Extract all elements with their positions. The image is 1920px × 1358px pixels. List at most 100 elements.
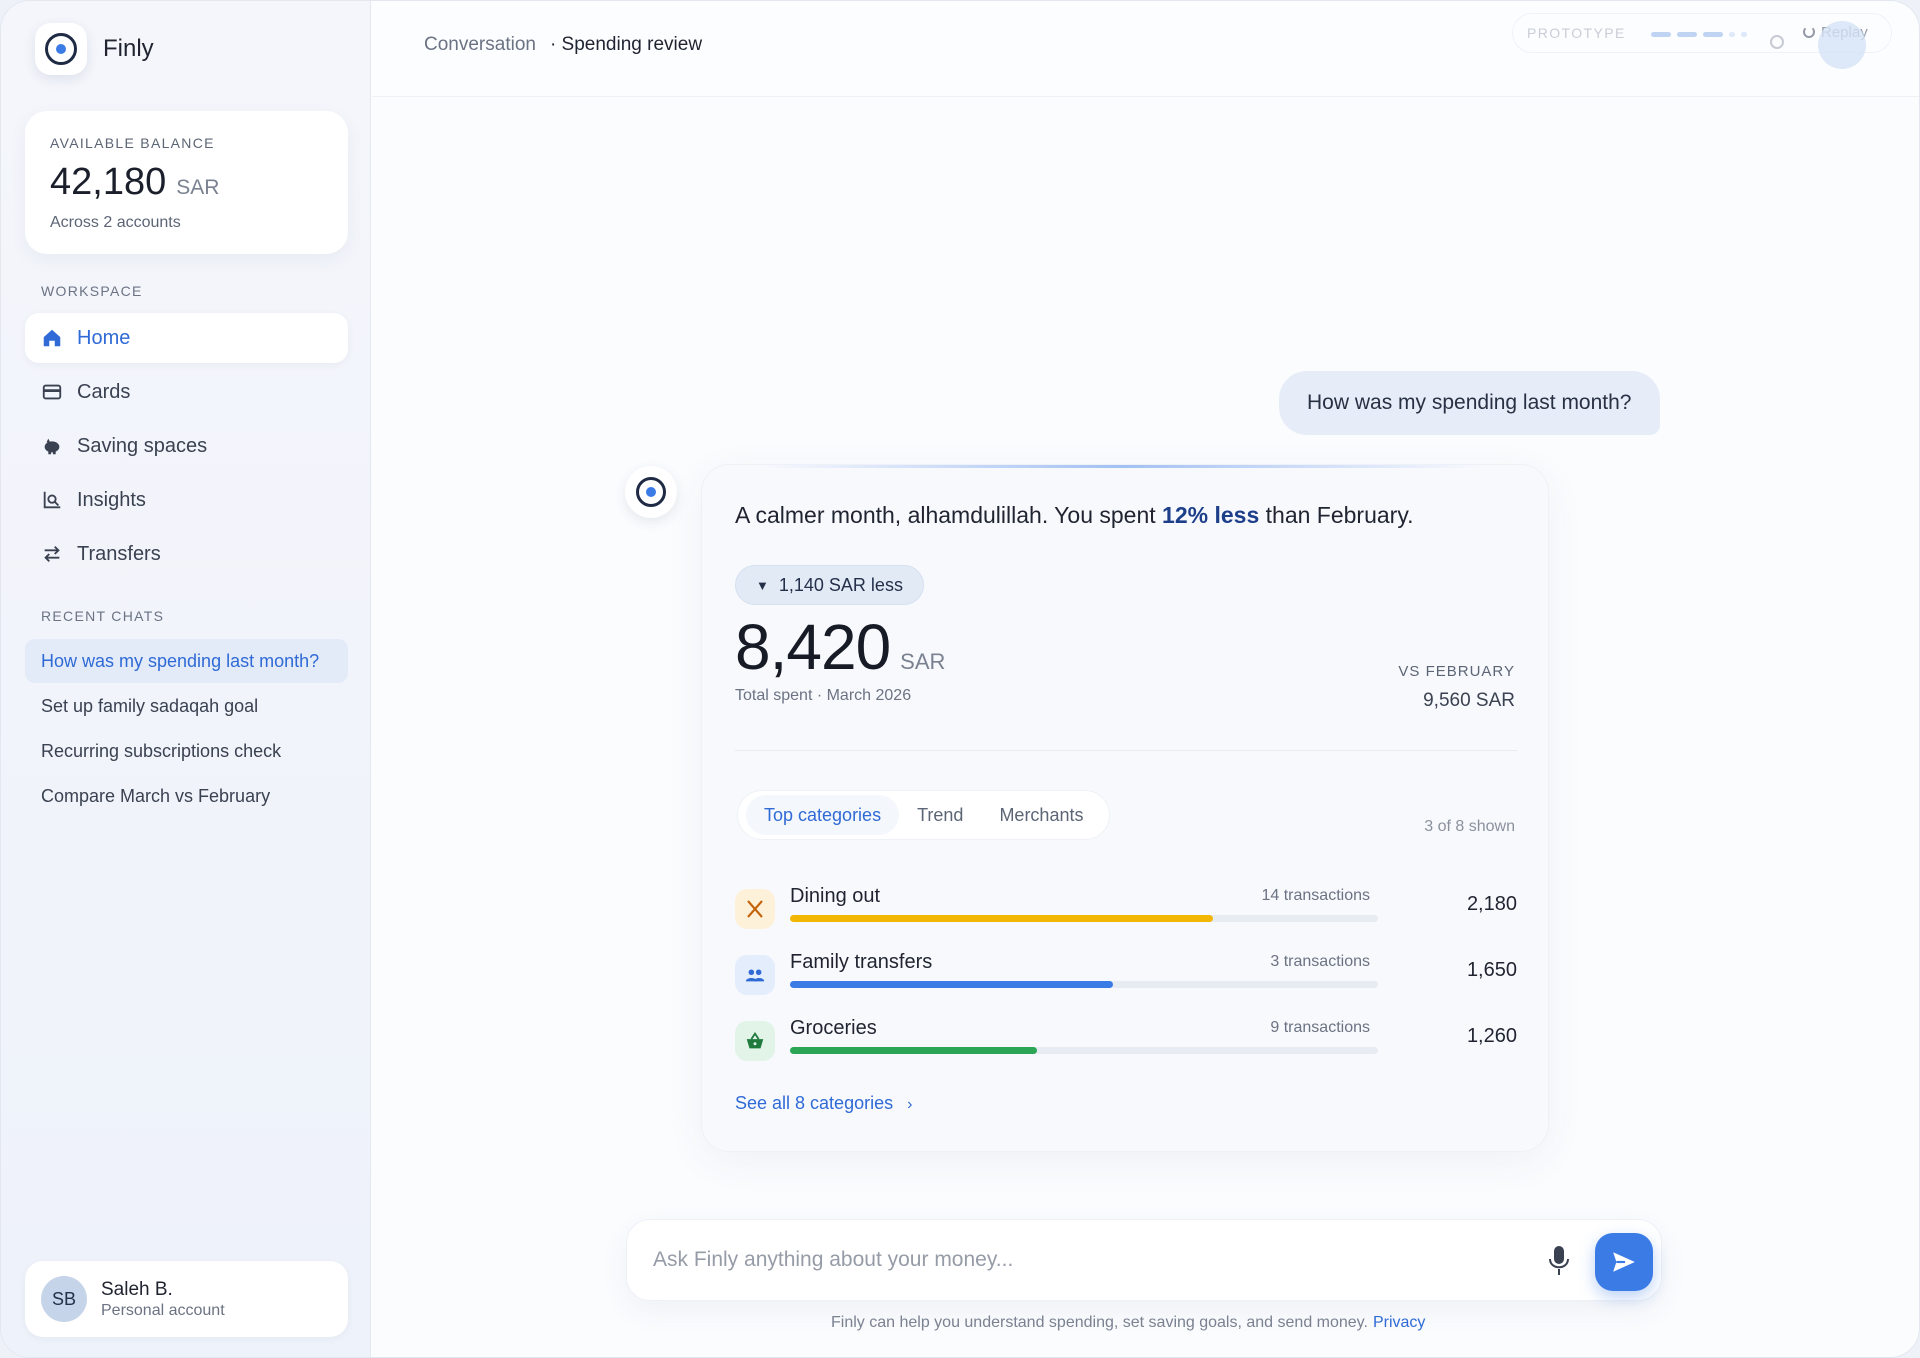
send-button[interactable] [1595,1233,1653,1291]
assistant-summary: A calmer month, alhamdulillah. You spent… [735,502,1414,528]
avatar: SB [41,1276,87,1322]
category-bar-track [790,1047,1378,1054]
user-name: Saleh B. [101,1278,173,1300]
balance-currency: SAR [176,176,220,199]
sidebar-item-saving-spaces[interactable]: Saving spaces [25,421,348,471]
comparison: VS FEBRUARY 9,560 SAR [1398,663,1515,712]
card-icon [42,384,62,400]
progress-dash [1677,32,1697,37]
recent-chat-item[interactable]: How was my spending last month? [25,639,348,683]
breadcrumb: Conversation · Spending review [424,34,702,56]
insights-icon [43,491,61,509]
category-transactions: 9 transactions [1270,1019,1370,1036]
category-tabs: Top categories Trend Merchants [737,790,1111,840]
category-bar-fill [790,915,1214,922]
total-currency: SAR [900,649,946,674]
category-bar-fill [790,981,1114,988]
category-name: Groceries [790,1017,877,1039]
breadcrumb-current: · Spending review [549,34,703,55]
total-spent: 8,420 SAR [735,610,945,684]
tab-trend[interactable]: Trend [899,795,981,835]
sidebar-item-transfers[interactable]: Transfers [25,529,348,579]
top-bar: Conversation · Spending review PROTOTYPE… [372,1,1919,97]
basket-icon [735,1021,775,1061]
sidebar: Finly AVAILABLE BALANCE 42,180 SAR Acros… [1,1,371,1357]
home-icon [43,329,61,347]
category-list: Dining out 14 transactions 2,180 Family … [735,885,1517,1083]
progress-dash [1741,32,1747,37]
card-accent-line [762,465,1482,468]
recent-chat-item[interactable]: Recurring subscriptions check [25,729,348,773]
user-profile[interactable]: SB Saleh B. Personal account [25,1261,348,1337]
prototype-label: PROTOTYPE [1527,25,1626,41]
workspace-label: WORKSPACE [41,283,143,299]
breadcrumb-parent[interactable]: Conversation [424,34,536,56]
shown-count: 3 of 8 shown [1424,818,1515,835]
total-subtitle: Total spent · March 2026 [735,687,912,704]
balance-amount: 42,180 [50,161,167,203]
header-avatar[interactable] [1818,21,1866,69]
sidebar-item-cards[interactable]: Cards [25,367,348,417]
send-icon [1613,1252,1635,1272]
sidebar-item-insights[interactable]: Insights [25,475,348,525]
balance-card: AVAILABLE BALANCE 42,180 SAR Across 2 ac… [25,111,348,254]
progress-dash [1729,32,1735,37]
recent-chats-label: RECENT CHATS [41,608,165,624]
sidebar-item-label: Transfers [77,542,161,565]
sidebar-nav: Home Cards Saving spaces Insights Transf… [25,313,348,583]
user-account-type: Personal account [101,1301,225,1319]
comparison-label: VS FEBRUARY [1398,663,1515,680]
chevron-right-icon: › [907,1096,913,1113]
footnote: Finly can help you understand spending, … [831,1314,1426,1331]
comparison-value: 9,560 SAR [1423,690,1515,711]
finly-logo-icon [35,23,87,75]
down-triangle-icon: ▼ [756,577,769,593]
category-bar-track [790,981,1378,988]
microphone-icon[interactable] [1547,1244,1571,1278]
piggy-bank-icon [44,438,60,455]
tab-top-categories[interactable]: Top categories [746,795,900,835]
recent-chats-list: How was my spending last month? Set up f… [25,639,348,819]
category-name: Dining out [790,885,881,907]
category-value: 1,260 [1466,1025,1517,1047]
privacy-link[interactable]: Privacy [1373,1314,1425,1331]
see-all-categories-link[interactable]: See all 8 categories › [735,1093,912,1114]
category-row[interactable]: Dining out 14 transactions 2,180 [735,885,1517,951]
message-composer [626,1219,1662,1301]
category-name: Family transfers [790,951,933,973]
brand-name: Finly [103,35,154,62]
sidebar-item-label: Home [77,326,131,349]
sidebar-item-label: Insights [77,488,146,511]
change-badge: ▼ 1,140 SAR less [735,565,924,605]
spending-review-card: A calmer month, alhamdulillah. You spent… [701,464,1549,1152]
utensils-icon [735,889,775,929]
recent-chat-item[interactable]: Set up family sadaqah goal [25,684,348,728]
sidebar-item-label: Cards [77,380,131,403]
balance-label: AVAILABLE BALANCE [50,135,215,151]
total-amount: 8,420 [735,611,891,683]
people-icon [735,955,775,995]
category-row[interactable]: Family transfers 3 transactions 1,650 [735,951,1517,1017]
balance-subtitle: Across 2 accounts [50,214,181,231]
progress-dash [1651,32,1671,37]
brand[interactable]: Finly [35,23,154,75]
replay-icon [1803,26,1815,38]
tab-merchants[interactable]: Merchants [981,795,1101,835]
summary-highlight: 12% less [1162,502,1260,528]
category-value: 1,650 [1466,959,1517,981]
search-icon[interactable] [1770,35,1784,49]
message-input[interactable] [653,1240,1533,1280]
assistant-avatar-icon [625,466,677,518]
progress-dash [1703,32,1723,37]
category-value: 2,180 [1466,893,1517,915]
sidebar-item-home[interactable]: Home [25,313,348,363]
recent-chat-item[interactable]: Compare March vs February [25,774,348,818]
category-bar-fill [790,1047,1037,1054]
category-bar-track [790,915,1378,922]
app-window: Finly AVAILABLE BALANCE 42,180 SAR Acros… [0,0,1920,1358]
user-message-bubble: How was my spending last month? [1279,371,1660,435]
category-transactions: 14 transactions [1261,887,1370,904]
category-transactions: 3 transactions [1270,953,1370,970]
divider [735,750,1517,751]
category-row[interactable]: Groceries 9 transactions 1,260 [735,1017,1517,1083]
